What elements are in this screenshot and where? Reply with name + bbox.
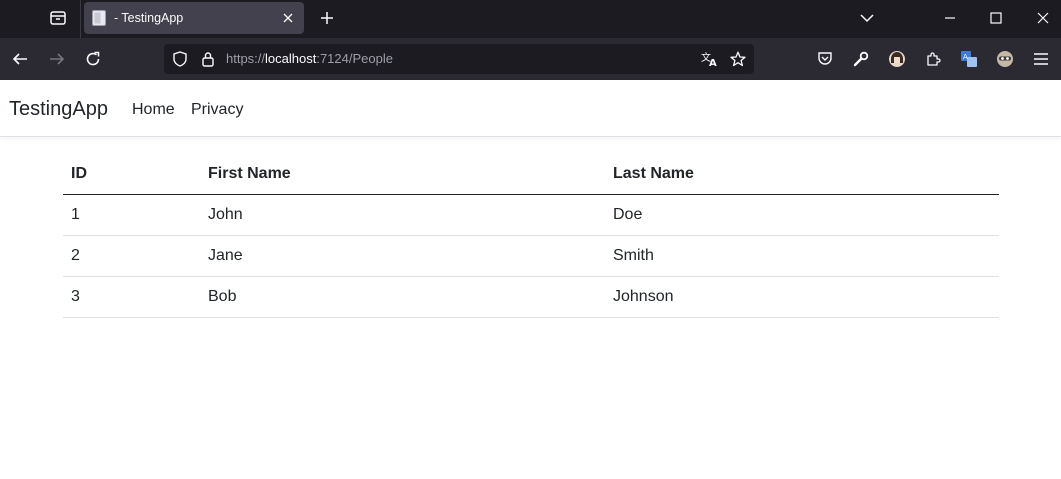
url-scheme: https:// — [226, 51, 266, 66]
column-header-id: ID — [63, 155, 200, 195]
star-icon[interactable] — [729, 51, 747, 67]
cell-first-name: John — [200, 194, 605, 236]
shield-icon[interactable] — [172, 51, 188, 67]
tab-separator — [80, 0, 81, 38]
svg-text:A: A — [963, 53, 968, 61]
wrench-icon[interactable] — [850, 48, 872, 70]
lock-icon[interactable] — [200, 51, 216, 67]
cell-last-name: Doe — [605, 194, 999, 236]
nav-link-privacy[interactable]: Privacy — [191, 100, 243, 119]
firefox-view-icon[interactable] — [45, 6, 71, 30]
raccoon-extension-icon[interactable] — [994, 48, 1016, 70]
extensions-icon[interactable] — [922, 48, 944, 70]
forward-icon — [45, 47, 69, 71]
web-page: TestingApp Home Privacy ID First Name La… — [0, 80, 1061, 479]
navigation-toolbar: https://localhost:7124/People 文A A — [0, 38, 1061, 80]
url-text: https://localhost:7124/People — [226, 51, 393, 67]
tab-title: - TestingApp — [114, 11, 184, 25]
column-header-first-name: First Name — [200, 155, 605, 195]
close-icon[interactable] — [1031, 6, 1055, 30]
cell-last-name: Smith — [605, 235, 999, 277]
cell-last-name: Johnson — [605, 276, 999, 318]
translator-extension-icon[interactable]: A — [958, 48, 980, 70]
cell-first-name: Jane — [200, 235, 605, 277]
reload-icon[interactable] — [81, 47, 105, 71]
close-icon[interactable] — [280, 10, 296, 26]
url-host: localhost — [265, 51, 317, 66]
avatar-icon[interactable] — [886, 48, 908, 70]
table-row: 1 John Doe — [63, 194, 999, 236]
cell-first-name: Bob — [200, 276, 605, 318]
menu-icon[interactable] — [1030, 48, 1052, 70]
minimize-icon[interactable] — [938, 6, 962, 30]
column-header-last-name: Last Name — [605, 155, 999, 195]
translate-icon[interactable]: 文A — [701, 51, 719, 67]
maximize-icon[interactable] — [984, 6, 1008, 30]
cell-id: 2 — [63, 235, 200, 277]
plus-icon[interactable] — [316, 7, 338, 29]
table-row: 3 Bob Johnson — [63, 276, 999, 318]
nav-link-home[interactable]: Home — [132, 100, 175, 119]
brand-link[interactable]: TestingApp — [9, 97, 108, 121]
browser-tab[interactable]: - TestingApp — [84, 2, 304, 34]
chevron-down-icon[interactable] — [855, 6, 879, 30]
people-table: ID First Name Last Name 1 John Doe 2 Jan… — [63, 155, 999, 318]
url-path: :7124/People — [316, 51, 393, 66]
address-bar[interactable]: https://localhost:7124/People 文A — [164, 44, 754, 74]
table-header-row: ID First Name Last Name — [63, 155, 999, 195]
site-navbar: TestingApp Home Privacy — [0, 80, 1061, 137]
back-icon[interactable] — [8, 47, 32, 71]
pocket-icon[interactable] — [814, 48, 836, 70]
page-icon — [92, 10, 106, 26]
cell-id: 3 — [63, 276, 200, 318]
svg-text:A: A — [709, 58, 717, 67]
table-row: 2 Jane Smith — [63, 235, 999, 277]
tab-strip: - TestingApp — [0, 0, 1061, 38]
cell-id: 1 — [63, 194, 200, 236]
